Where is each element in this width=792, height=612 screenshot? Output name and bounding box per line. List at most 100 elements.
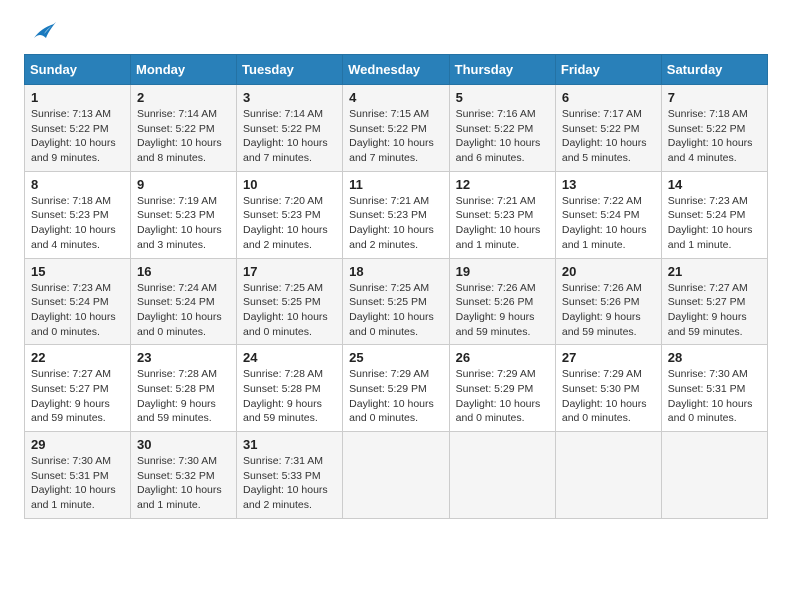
calendar-day-21: 21Sunrise: 7:27 AMSunset: 5:27 PMDayligh… [661, 258, 767, 345]
day-number: 6 [562, 90, 655, 105]
day-number: 5 [456, 90, 549, 105]
calendar-header-row: SundayMondayTuesdayWednesdayThursdayFrid… [25, 55, 768, 85]
calendar-header-sunday: Sunday [25, 55, 131, 85]
day-info: Sunrise: 7:21 AMSunset: 5:23 PMDaylight:… [349, 194, 443, 253]
day-number: 3 [243, 90, 336, 105]
calendar-table: SundayMondayTuesdayWednesdayThursdayFrid… [24, 54, 768, 519]
day-number: 26 [456, 350, 549, 365]
day-number: 25 [349, 350, 443, 365]
day-info: Sunrise: 7:27 AMSunset: 5:27 PMDaylight:… [668, 281, 761, 340]
day-info: Sunrise: 7:30 AMSunset: 5:32 PMDaylight:… [137, 454, 230, 513]
calendar-day-31: 31Sunrise: 7:31 AMSunset: 5:33 PMDayligh… [237, 432, 343, 519]
day-info: Sunrise: 7:20 AMSunset: 5:23 PMDaylight:… [243, 194, 336, 253]
calendar-day-28: 28 Sunrise: 7:30 AMSunset: 5:31 PMDayligh… [661, 345, 767, 432]
day-info: Sunrise: 7:15 AMSunset: 5:22 PMDaylight:… [349, 107, 443, 166]
day-info: Sunrise: 7:22 AMSunset: 5:24 PMDaylight:… [562, 194, 655, 253]
calendar-day-3: 3 Sunrise: 7:14 AMSunset: 5:22 PMDaylight… [237, 85, 343, 172]
calendar-day-13: 13 Sunrise: 7:22 AMSunset: 5:24 PMDayligh… [555, 171, 661, 258]
day-number: 29 [31, 437, 124, 452]
day-number: 12 [456, 177, 549, 192]
calendar-day-12: 12 Sunrise: 7:21 AMSunset: 5:23 PMDayligh… [449, 171, 555, 258]
day-number: 23 [137, 350, 230, 365]
day-info: Sunrise: 7:29 AMSunset: 5:29 PMDaylight:… [349, 367, 443, 426]
calendar-day-22: 22 Sunrise: 7:27 AMSunset: 5:27 PMDayligh… [25, 345, 131, 432]
day-info: Sunrise: 7:31 AMSunset: 5:33 PMDaylight:… [243, 454, 336, 513]
day-number: 2 [137, 90, 230, 105]
day-info: Sunrise: 7:29 AMSunset: 5:29 PMDaylight:… [456, 367, 549, 426]
calendar-day-29: 29 Sunrise: 7:30 AMSunset: 5:31 PMDayligh… [25, 432, 131, 519]
calendar-day-25: 25 Sunrise: 7:29 AMSunset: 5:29 PMDayligh… [343, 345, 450, 432]
day-info: Sunrise: 7:30 AMSunset: 5:31 PMDaylight:… [31, 454, 124, 513]
calendar-day-1: 1 Sunrise: 7:13 AMSunset: 5:22 PMDaylight… [25, 85, 131, 172]
calendar-header-friday: Friday [555, 55, 661, 85]
calendar-empty-cell [661, 432, 767, 519]
calendar-day-6: 6Sunrise: 7:17 AMSunset: 5:22 PMDaylight… [555, 85, 661, 172]
day-info: Sunrise: 7:14 AMSunset: 5:22 PMDaylight:… [137, 107, 230, 166]
day-number: 13 [562, 177, 655, 192]
day-info: Sunrise: 7:18 AMSunset: 5:23 PMDaylight:… [31, 194, 124, 253]
day-info: Sunrise: 7:16 AMSunset: 5:22 PMDaylight:… [456, 107, 549, 166]
calendar-day-11: 11Sunrise: 7:21 AMSunset: 5:23 PMDayligh… [343, 171, 450, 258]
calendar-week-1: 1 Sunrise: 7:13 AMSunset: 5:22 PMDaylight… [25, 85, 768, 172]
day-number: 22 [31, 350, 124, 365]
calendar-week-4: 22 Sunrise: 7:27 AMSunset: 5:27 PMDayligh… [25, 345, 768, 432]
calendar-empty-cell [343, 432, 450, 519]
calendar-header-monday: Monday [131, 55, 237, 85]
day-info: Sunrise: 7:13 AMSunset: 5:22 PMDaylight:… [31, 107, 124, 166]
day-info: Sunrise: 7:28 AMSunset: 5:28 PMDaylight:… [243, 367, 336, 426]
calendar-header-wednesday: Wednesday [343, 55, 450, 85]
day-number: 18 [349, 264, 443, 279]
day-number: 28 [668, 350, 761, 365]
logo [24, 20, 56, 38]
calendar-day-2: 2 Sunrise: 7:14 AMSunset: 5:22 PMDaylight… [131, 85, 237, 172]
calendar-day-4: 4 Sunrise: 7:15 AMSunset: 5:22 PMDaylight… [343, 85, 450, 172]
day-number: 14 [668, 177, 761, 192]
calendar-empty-cell [449, 432, 555, 519]
day-number: 7 [668, 90, 761, 105]
day-info: Sunrise: 7:28 AMSunset: 5:28 PMDaylight:… [137, 367, 230, 426]
day-number: 24 [243, 350, 336, 365]
calendar-day-16: 16Sunrise: 7:24 AMSunset: 5:24 PMDayligh… [131, 258, 237, 345]
day-info: Sunrise: 7:25 AMSunset: 5:25 PMDaylight:… [243, 281, 336, 340]
calendar-empty-cell [555, 432, 661, 519]
logo-bird-icon [26, 20, 56, 42]
calendar-day-27: 27 Sunrise: 7:29 AMSunset: 5:30 PMDayligh… [555, 345, 661, 432]
calendar-week-5: 29 Sunrise: 7:30 AMSunset: 5:31 PMDayligh… [25, 432, 768, 519]
calendar-day-26: 26 Sunrise: 7:29 AMSunset: 5:29 PMDayligh… [449, 345, 555, 432]
day-number: 9 [137, 177, 230, 192]
day-info: Sunrise: 7:30 AMSunset: 5:31 PMDaylight:… [668, 367, 761, 426]
day-info: Sunrise: 7:27 AMSunset: 5:27 PMDaylight:… [31, 367, 124, 426]
calendar-day-10: 10 Sunrise: 7:20 AMSunset: 5:23 PMDayligh… [237, 171, 343, 258]
day-info: Sunrise: 7:26 AMSunset: 5:26 PMDaylight:… [456, 281, 549, 340]
day-info: Sunrise: 7:24 AMSunset: 5:24 PMDaylight:… [137, 281, 230, 340]
calendar-header-saturday: Saturday [661, 55, 767, 85]
calendar-day-30: 30 Sunrise: 7:30 AMSunset: 5:32 PMDayligh… [131, 432, 237, 519]
day-number: 19 [456, 264, 549, 279]
day-info: Sunrise: 7:19 AMSunset: 5:23 PMDaylight:… [137, 194, 230, 253]
calendar-day-15: 15 Sunrise: 7:23 AMSunset: 5:24 PMDayligh… [25, 258, 131, 345]
calendar-day-19: 19 Sunrise: 7:26 AMSunset: 5:26 PMDayligh… [449, 258, 555, 345]
day-info: Sunrise: 7:25 AMSunset: 5:25 PMDaylight:… [349, 281, 443, 340]
day-number: 27 [562, 350, 655, 365]
calendar-day-18: 18 Sunrise: 7:25 AMSunset: 5:25 PMDayligh… [343, 258, 450, 345]
day-info: Sunrise: 7:26 AMSunset: 5:26 PMDaylight:… [562, 281, 655, 340]
day-number: 30 [137, 437, 230, 452]
calendar-day-24: 24 Sunrise: 7:28 AMSunset: 5:28 PMDayligh… [237, 345, 343, 432]
day-info: Sunrise: 7:29 AMSunset: 5:30 PMDaylight:… [562, 367, 655, 426]
day-info: Sunrise: 7:21 AMSunset: 5:23 PMDaylight:… [456, 194, 549, 253]
day-number: 4 [349, 90, 443, 105]
day-number: 15 [31, 264, 124, 279]
calendar-day-9: 9 Sunrise: 7:19 AMSunset: 5:23 PMDaylight… [131, 171, 237, 258]
calendar-week-2: 8 Sunrise: 7:18 AMSunset: 5:23 PMDaylight… [25, 171, 768, 258]
day-info: Sunrise: 7:23 AMSunset: 5:24 PMDaylight:… [668, 194, 761, 253]
calendar-day-5: 5 Sunrise: 7:16 AMSunset: 5:22 PMDaylight… [449, 85, 555, 172]
day-info: Sunrise: 7:18 AMSunset: 5:22 PMDaylight:… [668, 107, 761, 166]
day-number: 8 [31, 177, 124, 192]
calendar-header-tuesday: Tuesday [237, 55, 343, 85]
day-number: 1 [31, 90, 124, 105]
day-info: Sunrise: 7:14 AMSunset: 5:22 PMDaylight:… [243, 107, 336, 166]
day-number: 10 [243, 177, 336, 192]
day-info: Sunrise: 7:23 AMSunset: 5:24 PMDaylight:… [31, 281, 124, 340]
calendar-day-17: 17Sunrise: 7:25 AMSunset: 5:25 PMDayligh… [237, 258, 343, 345]
calendar-day-23: 23 Sunrise: 7:28 AMSunset: 5:28 PMDayligh… [131, 345, 237, 432]
